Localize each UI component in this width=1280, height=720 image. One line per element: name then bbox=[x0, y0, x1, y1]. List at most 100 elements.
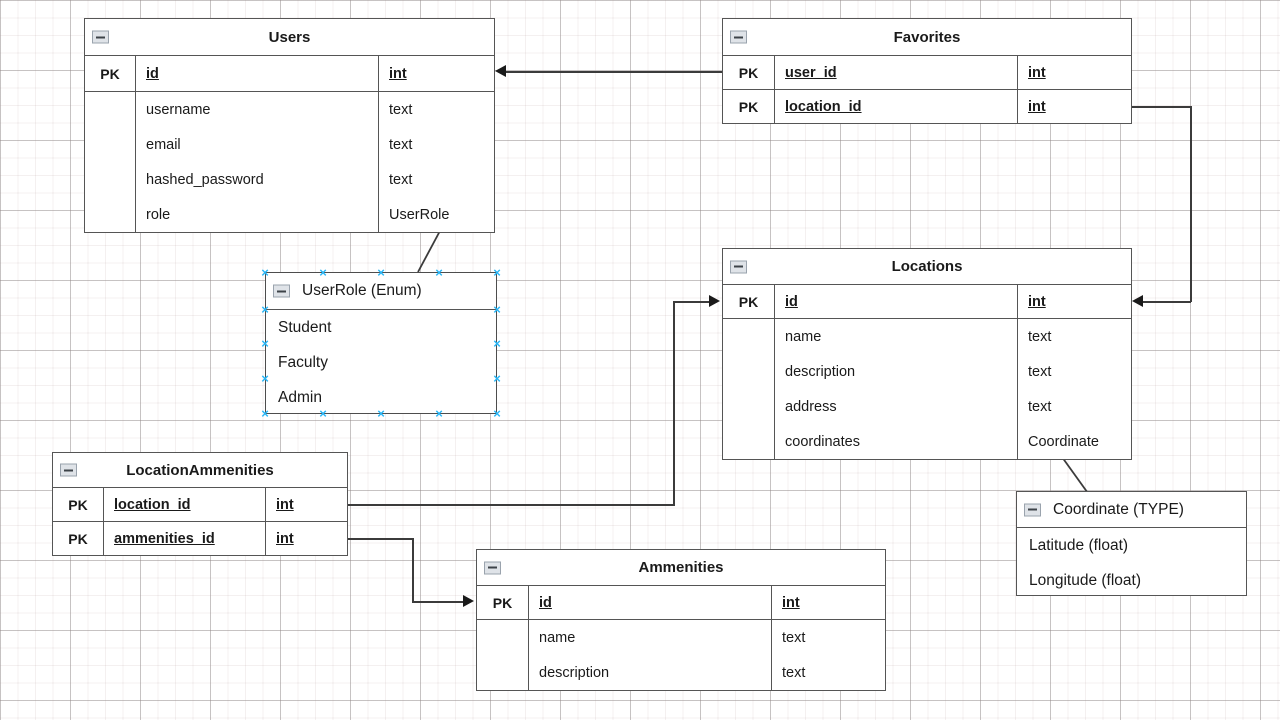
table-row[interactable]: PK id int bbox=[723, 285, 1131, 319]
list-item[interactable]: Longitude (float) bbox=[1017, 563, 1246, 598]
selection-handle-e-upper[interactable] bbox=[492, 304, 503, 315]
selection-handle-s-left[interactable] bbox=[318, 408, 329, 419]
connector-locationammenities-to-locations-bottom[interactable] bbox=[347, 504, 675, 506]
table-row[interactable]: name text bbox=[477, 620, 885, 655]
selection-handle-w-upper[interactable] bbox=[260, 304, 271, 315]
entity-users[interactable]: Users PK id int username text email text… bbox=[84, 18, 495, 233]
ammenities-field-1-pk bbox=[477, 655, 529, 690]
arrowhead-users-id bbox=[495, 65, 506, 77]
users-field-1-name: email bbox=[136, 127, 379, 162]
collapse-icon[interactable] bbox=[1024, 503, 1041, 516]
connector-locationammenities-to-ammenities-bottom[interactable] bbox=[412, 601, 463, 603]
ammenities-field-1-name: description bbox=[529, 655, 772, 690]
ammenities-field-0-pk bbox=[477, 620, 529, 655]
collapse-icon[interactable] bbox=[60, 463, 77, 477]
table-row[interactable]: PK location_id int bbox=[53, 488, 347, 522]
connector-favorites-to-locations-top[interactable] bbox=[1131, 106, 1192, 108]
entity-coordinate[interactable]: Coordinate (TYPE) Latitude (float) Longi… bbox=[1016, 491, 1247, 596]
users-field-3-name: role bbox=[136, 197, 379, 232]
table-row[interactable]: address text bbox=[723, 389, 1131, 424]
entity-locations-title: Locations bbox=[891, 258, 963, 275]
table-row[interactable]: description text bbox=[477, 655, 885, 690]
locations-field-0-name: name bbox=[775, 319, 1018, 354]
selection-handle-n[interactable] bbox=[376, 267, 387, 278]
connector-locationammenities-to-ammenities-vertical[interactable] bbox=[412, 538, 414, 602]
selection-handle-w[interactable] bbox=[260, 338, 271, 349]
entity-favorites[interactable]: Favorites PK user_id int PK location_id … bbox=[722, 18, 1132, 124]
entity-user-role[interactable]: UserRole (Enum) Student Faculty Admin bbox=[265, 272, 497, 414]
ammenities-field-1-type: text bbox=[782, 664, 806, 681]
selection-handle-n-right[interactable] bbox=[434, 267, 445, 278]
table-row[interactable]: PK location_id int bbox=[723, 90, 1131, 124]
collapse-icon[interactable] bbox=[484, 561, 501, 574]
selection-handle-s[interactable] bbox=[376, 408, 387, 419]
selection-handle-se[interactable] bbox=[492, 408, 503, 419]
selection-handle-e[interactable] bbox=[492, 338, 503, 349]
connector-favorites-to-locations-vertical[interactable] bbox=[1190, 106, 1192, 302]
users-field-1-pk bbox=[85, 127, 136, 162]
connector-locationammenities-to-locations-top[interactable] bbox=[673, 301, 709, 303]
locationammenities-row-1-type: int bbox=[276, 531, 294, 547]
table-row[interactable]: PK id int bbox=[85, 56, 494, 92]
connector-locationammenities-to-ammenities-top[interactable] bbox=[347, 538, 414, 540]
entity-location-ammenities-header[interactable]: LocationAmmenities bbox=[53, 453, 347, 488]
connector-favorites-to-locations-bottom[interactable] bbox=[1143, 301, 1191, 303]
entity-users-header[interactable]: Users bbox=[85, 19, 494, 56]
favorites-row-1-type: int bbox=[1028, 99, 1046, 115]
entity-location-ammenities[interactable]: LocationAmmenities PK location_id int PK… bbox=[52, 452, 348, 556]
entity-favorites-header[interactable]: Favorites bbox=[723, 19, 1131, 56]
entity-coordinate-header[interactable]: Coordinate (TYPE) bbox=[1017, 492, 1246, 528]
collapse-icon[interactable] bbox=[92, 30, 109, 44]
table-row[interactable]: role UserRole bbox=[85, 197, 494, 232]
locationammenities-row-1-pk: PK bbox=[53, 522, 104, 556]
collapse-icon[interactable] bbox=[730, 260, 747, 273]
diagram-canvas[interactable]: Users PK id int username text email text… bbox=[0, 0, 1280, 720]
table-row[interactable]: coordinates Coordinate bbox=[723, 424, 1131, 459]
favorites-row-0-pk: PK bbox=[723, 56, 775, 89]
list-item[interactable]: Latitude (float) bbox=[1017, 528, 1246, 563]
table-row[interactable]: PK ammenities_id int bbox=[53, 522, 347, 556]
selection-handle-ne[interactable] bbox=[492, 267, 503, 278]
entity-locations[interactable]: Locations PK id int name text descriptio… bbox=[722, 248, 1132, 460]
table-row[interactable]: hashed_password text bbox=[85, 162, 494, 197]
entity-users-title: Users bbox=[268, 28, 311, 46]
locations-fields: name text description text address text … bbox=[723, 319, 1131, 459]
collapse-icon[interactable] bbox=[730, 30, 747, 44]
table-row[interactable]: name text bbox=[723, 319, 1131, 354]
entity-ammenities[interactable]: Ammenities PK id int name text descripti… bbox=[476, 549, 886, 691]
selection-handle-e-lower[interactable] bbox=[492, 373, 503, 384]
selection-handle-s-right[interactable] bbox=[434, 408, 445, 419]
ammenities-id-pk: PK bbox=[477, 586, 529, 619]
selection-handle-w-lower[interactable] bbox=[260, 373, 271, 384]
favorites-row-0-type: int bbox=[1028, 64, 1046, 81]
locations-field-1-pk bbox=[723, 354, 775, 389]
table-row[interactable]: email text bbox=[85, 127, 494, 162]
entity-favorites-title: Favorites bbox=[893, 28, 961, 46]
arrowhead-locations-id-left bbox=[709, 295, 720, 307]
table-row[interactable]: PK user_id int bbox=[723, 56, 1131, 90]
connector-locationammenities-to-locations-vertical[interactable] bbox=[673, 301, 675, 505]
users-field-3-type: UserRole bbox=[389, 206, 450, 223]
table-row[interactable]: username text bbox=[85, 92, 494, 127]
arrowhead-locations-id-right bbox=[1132, 295, 1143, 307]
users-field-3-pk bbox=[85, 197, 136, 232]
table-row[interactable]: PK id int bbox=[477, 586, 885, 620]
selection-handle-n-left[interactable] bbox=[318, 267, 329, 278]
entity-location-ammenities-title: LocationAmmenities bbox=[126, 461, 274, 479]
entity-locations-header[interactable]: Locations bbox=[723, 249, 1131, 285]
connector-favorites-to-users[interactable] bbox=[506, 71, 722, 73]
locations-field-2-type: text bbox=[1028, 398, 1052, 415]
list-item[interactable]: Faculty bbox=[266, 345, 496, 380]
locations-field-3-pk bbox=[723, 424, 775, 459]
selection-handle-sw[interactable] bbox=[260, 408, 271, 419]
ammenities-id-name: id bbox=[529, 586, 772, 619]
locationammenities-row-1-name: ammenities_id bbox=[104, 522, 266, 556]
selection-handle-nw[interactable] bbox=[260, 267, 271, 278]
list-item[interactable]: Student bbox=[266, 310, 496, 345]
collapse-icon[interactable] bbox=[273, 284, 290, 298]
users-field-1-type: text bbox=[389, 136, 413, 153]
entity-ammenities-header[interactable]: Ammenities bbox=[477, 550, 885, 586]
ammenities-field-0-type: text bbox=[782, 629, 806, 646]
locationammenities-row-0-name: location_id bbox=[104, 488, 266, 521]
table-row[interactable]: description text bbox=[723, 354, 1131, 389]
